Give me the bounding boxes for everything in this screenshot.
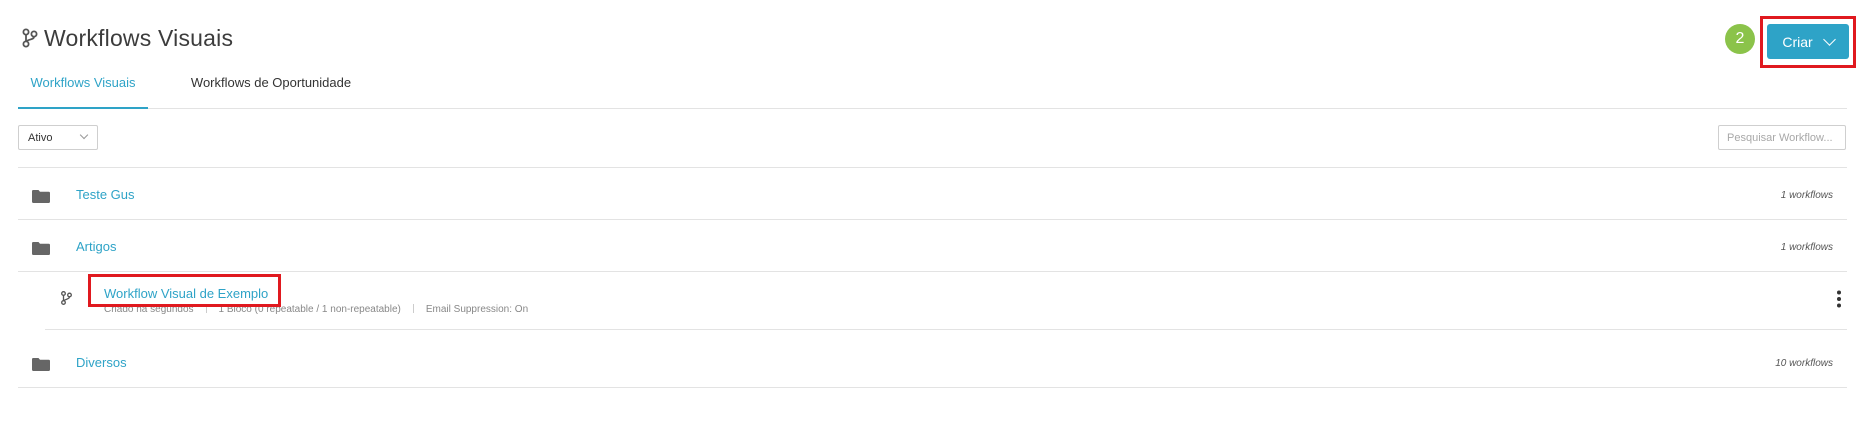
workflow-email-suppression: Email Suppression: On: [425, 304, 529, 315]
folder-count: 1 workflows: [1780, 242, 1833, 253]
list-divider: [18, 167, 1847, 168]
step-badge: 2: [1725, 24, 1755, 54]
page-title: Workflows Visuais: [44, 24, 234, 51]
workflows-page: Workflows Visuais 2 Criar Workflows Visu…: [0, 0, 1865, 447]
workflow-branch-icon: [61, 291, 72, 305]
page-header: Workflows Visuais: [22, 20, 233, 56]
folder-name[interactable]: Diversos: [76, 355, 127, 370]
workflow-row[interactable]: Workflow Visual de Exemplo Criado há seg…: [45, 272, 1847, 329]
workflow-name-highlight: [88, 274, 281, 307]
list-divider: [45, 329, 1847, 330]
folder-row[interactable]: Teste Gus 1 workflows: [18, 177, 1847, 227]
folder-name[interactable]: Teste Gus: [76, 187, 135, 202]
workflow-branch-icon: [22, 28, 38, 48]
folder-icon: [32, 242, 50, 255]
tab-workflows-visuais[interactable]: Workflows Visuais: [18, 70, 148, 109]
chevron-down-icon: [79, 130, 89, 140]
folder-icon: [32, 358, 50, 371]
folder-count: 10 workflows: [1775, 358, 1833, 369]
chevron-down-icon: [1822, 33, 1836, 46]
kebab-menu-icon[interactable]: [1831, 289, 1847, 309]
create-button-label: Criar: [1782, 33, 1813, 50]
create-button[interactable]: Criar: [1767, 24, 1849, 59]
status-select[interactable]: Ativo: [18, 125, 98, 150]
tab-workflows-oportunidade[interactable]: Workflows de Oportunidade: [186, 70, 356, 107]
folder-row[interactable]: Diversos 10 workflows: [18, 345, 1847, 395]
tab-bar: Workflows Visuais Workflows de Oportunid…: [18, 70, 1847, 109]
meta-separator: [412, 304, 414, 313]
folder-count: 1 workflows: [1780, 190, 1833, 201]
folder-icon: [32, 190, 50, 203]
search-input[interactable]: [1718, 125, 1846, 150]
folder-name[interactable]: Artigos: [76, 239, 116, 254]
status-select-value: Ativo: [28, 131, 53, 144]
